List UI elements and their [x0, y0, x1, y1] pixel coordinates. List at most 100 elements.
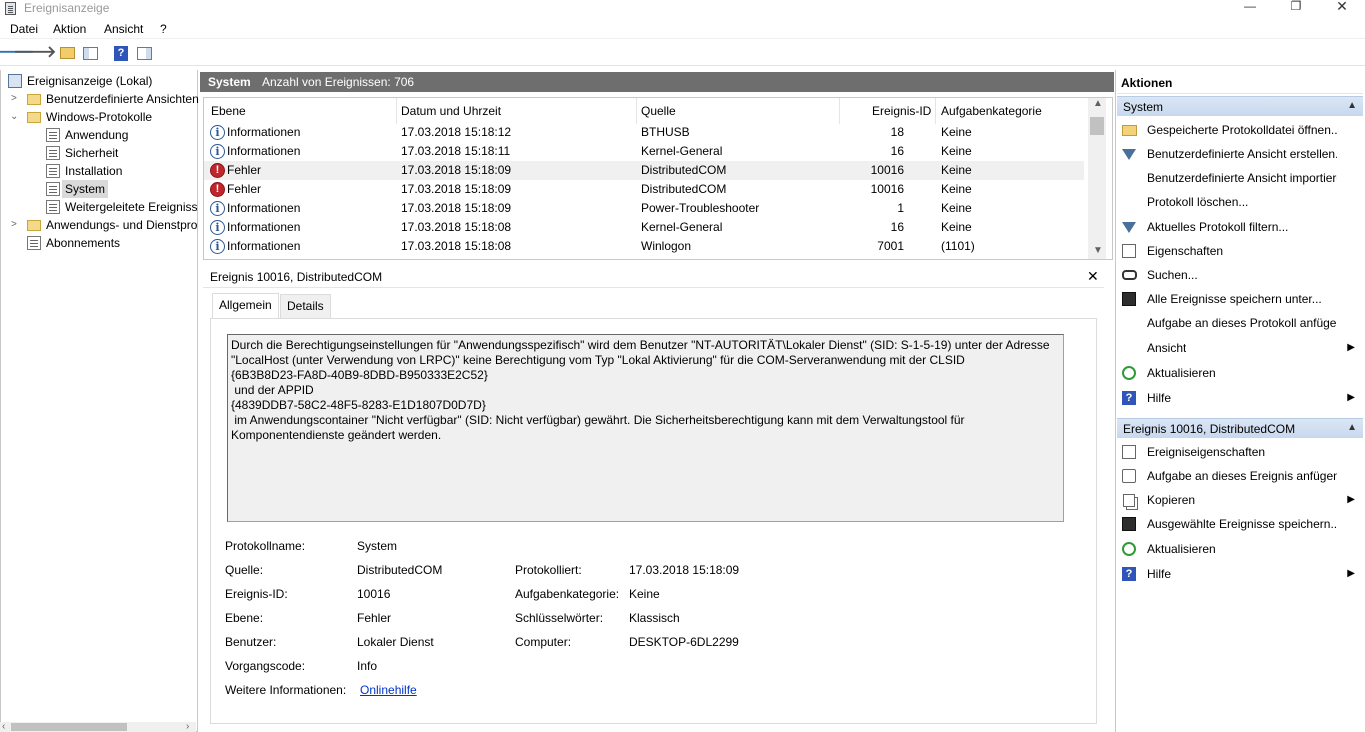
action-item[interactable]: Aktualisieren	[1117, 362, 1363, 384]
collapse-caret-icon[interactable]: ▲	[1347, 98, 1357, 114]
table-row[interactable]: ! Fehler 17.03.2018 15:18:09 DistributedCOM…	[204, 161, 1084, 180]
maximize-button[interactable]: ❐	[1273, 0, 1319, 14]
properties-icon	[1121, 243, 1137, 259]
tree-item-system[interactable]: System	[1, 180, 197, 198]
action-item-label: Ausgewählte Ereignisse speichern...	[1147, 517, 1337, 531]
divider	[1117, 93, 1363, 94]
scroll-right-icon[interactable]: ›	[186, 721, 189, 732]
table-row[interactable]: i Informationen 17.03.2018 15:18:09 Power-T…	[204, 199, 1084, 218]
table-row[interactable]: ! Fehler 17.03.2018 15:18:09 DistributedCOM…	[204, 180, 1084, 199]
cell-source: Kernel-General	[641, 144, 723, 158]
column-header-event-id[interactable]: Ereignis-ID	[872, 101, 931, 121]
event-description[interactable]: Durch die Berechtigungseinstellungen für…	[227, 334, 1064, 522]
cell-source: DistributedCOM	[641, 182, 727, 196]
table-row[interactable]: i Informationen 17.03.2018 15:18:12 BTHUSB 1…	[204, 123, 1084, 142]
column-separator[interactable]	[935, 98, 936, 124]
action-item[interactable]: Aufgabe an dieses Ereignis anfügen...	[1117, 465, 1363, 487]
menu-aktion[interactable]: Aktion	[53, 21, 86, 37]
event-count: Anzahl von Ereignissen: 706	[262, 75, 415, 89]
scroll-up-icon[interactable]: ▲	[1093, 98, 1103, 109]
action-item[interactable]: Benutzerdefinierte Ansicht erstellen...	[1117, 143, 1363, 165]
action-item[interactable]: Suchen...	[1117, 264, 1363, 286]
label-keywords: Schlüsselwörter:	[515, 611, 604, 625]
help-button[interactable]: ?	[112, 44, 130, 62]
tree-scrollbar-thumb[interactable]	[11, 723, 127, 731]
submenu-arrow-icon: ▶	[1347, 494, 1355, 505]
action-item[interactable]: Eigenschaften	[1117, 240, 1363, 262]
table-row[interactable]: i Informationen 17.03.2018 15:18:08 Kernel-…	[204, 218, 1084, 237]
action-item[interactable]: Ansicht ▶	[1117, 337, 1363, 359]
column-header-source[interactable]: Quelle	[641, 101, 676, 121]
cell-event-id: 1	[897, 201, 904, 215]
label-logged: Protokolliert:	[515, 563, 582, 577]
show-hide-actions-button[interactable]	[135, 44, 153, 62]
action-item-label: Aktualisieren	[1147, 366, 1216, 380]
action-item[interactable]: Alle Ereignisse speichern unter...	[1117, 288, 1363, 310]
tree-item-installation[interactable]: Installation	[1, 162, 197, 180]
action-item[interactable]: Kopieren ▶	[1117, 489, 1363, 511]
column-separator[interactable]	[839, 98, 840, 124]
close-detail-icon[interactable]: ✕	[1087, 268, 1099, 284]
tab-details[interactable]: Details	[280, 294, 331, 318]
submenu-arrow-icon: ▶	[1347, 392, 1355, 403]
actions-section-event[interactable]: Ereignis 10016, DistributedCOM ▲	[1117, 418, 1363, 438]
show-hide-tree-button[interactable]	[81, 44, 99, 62]
tree-item-subscriptions[interactable]: Abonnements	[1, 234, 197, 252]
console-tree-icon	[82, 46, 98, 60]
collapse-chevron-icon[interactable]: ⌄	[10, 108, 20, 126]
tree-item-custom-views[interactable]: > Benutzerdefinierte Ansichten	[1, 90, 199, 108]
action-item[interactable]: Gespeicherte Protokolldatei öffnen...	[1117, 119, 1363, 141]
folder-up-button[interactable]	[58, 44, 76, 62]
action-item[interactable]: Benutzerdefinierte Ansicht importieren..…	[1117, 167, 1363, 189]
scroll-left-icon[interactable]: ‹	[2, 721, 5, 732]
column-header-date[interactable]: Datum und Uhrzeit	[401, 101, 501, 121]
column-separator[interactable]	[636, 98, 637, 124]
online-help-link[interactable]: Onlinehilfe	[360, 682, 417, 698]
table-row[interactable]: i Informationen 17.03.2018 15:18:08 Winlogo…	[204, 237, 1084, 256]
expand-chevron-icon[interactable]: >	[11, 216, 21, 234]
action-item[interactable]: Aktuelles Protokoll filtern...	[1117, 216, 1363, 238]
action-item[interactable]: Protokoll löschen...	[1117, 191, 1363, 213]
action-item[interactable]: ? Hilfe ▶	[1117, 387, 1363, 409]
tree-item-forwarded-events[interactable]: Weitergeleitete Ereignisse	[1, 198, 197, 216]
collapse-caret-icon[interactable]: ▲	[1347, 420, 1357, 436]
action-item[interactable]: Aktualisieren	[1117, 538, 1363, 560]
close-window-button[interactable]: ✕	[1319, 0, 1365, 14]
tab-allgemein[interactable]: Allgemein	[212, 293, 279, 318]
expand-chevron-icon[interactable]: >	[11, 90, 21, 108]
action-item-label: Ereigniseigenschaften	[1147, 445, 1266, 459]
value-opcode: Info	[357, 659, 378, 673]
column-header-level[interactable]: Ebene	[211, 101, 246, 121]
tree-item-sicherheit[interactable]: Sicherheit	[1, 144, 197, 162]
menu-datei[interactable]: Datei	[10, 21, 38, 37]
action-item[interactable]: ? Hilfe ▶	[1117, 563, 1363, 585]
tree-item-windows-logs[interactable]: ⌄ Windows-Protokolle	[1, 108, 197, 126]
tree-item-app-services-logs[interactable]: > Anwendungs- und Dienstprotokolle	[1, 216, 197, 234]
log-icon	[46, 200, 60, 214]
subscription-icon	[27, 236, 41, 250]
actions-section-system[interactable]: System ▲	[1117, 96, 1363, 116]
filter-create-icon	[1121, 146, 1137, 162]
action-item[interactable]: Aufgabe an dieses Protokoll anfügen...	[1117, 312, 1363, 334]
tree-root[interactable]: Ereignisanzeige (Lokal)	[1, 72, 197, 90]
forward-button[interactable]: 🡒	[14, 44, 57, 62]
action-item[interactable]: Ereigniseigenschaften	[1117, 441, 1363, 463]
detail-title: Ereignis 10016, DistributedCOM	[210, 270, 383, 284]
detail-header: Ereignis 10016, DistributedCOM ✕	[203, 266, 1104, 288]
filter-icon	[1121, 219, 1137, 235]
column-header-task-category[interactable]: Aufgabenkategorie	[941, 101, 1042, 121]
scroll-down-icon[interactable]: ▼	[1093, 245, 1103, 256]
menu-help[interactable]: ?	[160, 21, 167, 37]
menu-ansicht[interactable]: Ansicht	[104, 21, 143, 37]
help-icon: ?	[114, 45, 128, 61]
column-separator[interactable]	[396, 98, 397, 124]
tree-item-anwendung[interactable]: Anwendung	[1, 126, 197, 144]
minimize-button[interactable]: —	[1227, 0, 1273, 14]
save-icon	[1121, 291, 1137, 307]
list-scrollbar-thumb[interactable]	[1090, 117, 1104, 135]
table-row[interactable]: i Informationen 17.03.2018 15:18:11 Kernel-…	[204, 142, 1084, 161]
action-item[interactable]: Ausgewählte Ereignisse speichern...	[1117, 513, 1363, 535]
title-bar	[0, 0, 1365, 18]
action-item-label: Ansicht	[1147, 341, 1187, 355]
cell-date: 17.03.2018 15:18:11	[401, 144, 511, 158]
